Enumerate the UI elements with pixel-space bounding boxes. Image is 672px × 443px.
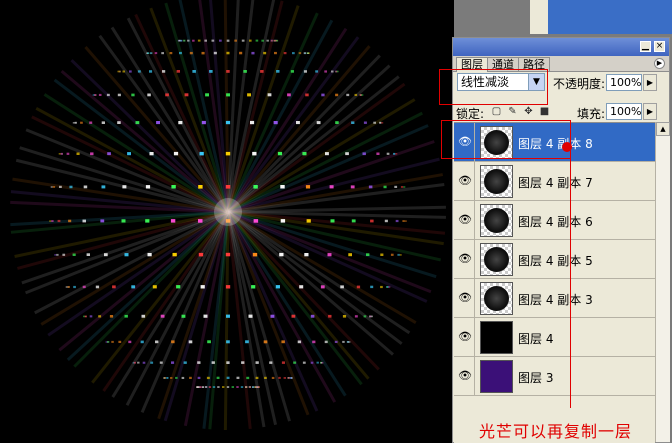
scroll-up-icon[interactable]: ▲ [656,122,670,136]
opacity-input[interactable]: 100% [606,74,642,91]
layer-thumbnail [480,282,513,315]
layer-row[interactable]: 👁 图层 3 [454,357,655,396]
lock-position-icon[interactable]: ✥ [523,106,534,117]
eye-icon[interactable]: 👁 [457,330,473,344]
layer-row[interactable]: 👁 图层 4 [454,318,655,357]
layer-thumbnail [480,321,513,354]
annotation-box-layer [441,120,571,159]
fill-input[interactable]: 100% [606,103,642,120]
eye-icon[interactable]: 👁 [457,174,473,188]
opacity-label: 不透明度: [553,77,606,91]
annotation-pointer-line [570,150,571,408]
layer-name: 图层 4 副本 7 [518,176,593,190]
eye-icon[interactable]: 👁 [457,291,473,305]
layer-name: 图层 3 [518,371,554,385]
layer-row[interactable]: 👁 图层 4 副本 5 [454,240,655,279]
layer-row[interactable]: 👁 图层 4 副本 7 [454,162,655,201]
layer-thumbnail [480,360,513,393]
panel-titlebar[interactable]: ▁ × [453,38,669,56]
layer-name: 图层 4 副本 3 [518,293,593,307]
layer-thumbnail [480,204,513,237]
link-column[interactable] [474,162,475,200]
layer-name: 图层 4 副本 6 [518,215,593,229]
document-canvas[interactable] [0,0,454,443]
link-column[interactable] [474,201,475,239]
layer-name: 图层 4 [518,332,554,346]
eye-icon[interactable]: 👁 [457,369,473,383]
lock-pixels-icon[interactable]: ✎ [507,106,518,117]
eye-icon[interactable]: 👁 [457,252,473,266]
layer-thumbnail [480,243,513,276]
layer-name: 图层 4 副本 5 [518,254,593,268]
minimize-icon[interactable]: ▁ [640,41,651,52]
link-column[interactable] [474,357,475,395]
annotation-text: 光芒可以再复制一层 [479,422,633,441]
layer-thumbnail [480,165,513,198]
panel-menu-arrow-icon[interactable]: ▶ [654,58,665,69]
close-icon[interactable]: × [654,41,665,52]
firework-sphere-artwork [10,0,446,431]
opacity-arrow-icon[interactable]: ▶ [643,74,657,91]
fill-arrow-icon[interactable]: ▶ [643,103,657,120]
fill-label: 填充: [577,107,606,121]
layers-list: 👁 图层 4 副本 8 👁 图层 4 副本 7 👁 图层 4 副本 6 👁 图层… [454,122,655,443]
link-column[interactable] [474,240,475,278]
link-column[interactable] [474,279,475,317]
annotation-box-blend-mode [439,69,548,105]
annotation-dot [562,142,572,152]
link-column[interactable] [474,318,475,356]
workspace-titlebar-edge [548,0,672,34]
layer-row[interactable]: 👁 图层 4 副本 3 [454,279,655,318]
layer-row[interactable]: 👁 图层 4 副本 6 [454,201,655,240]
layers-scrollbar[interactable]: ▲ [655,122,670,442]
eye-icon[interactable]: 👁 [457,213,473,227]
workspace-window-edge [530,0,548,34]
lock-transparency-icon[interactable]: ▢ [491,106,502,117]
lock-all-icon[interactable]: ■ [539,106,550,117]
